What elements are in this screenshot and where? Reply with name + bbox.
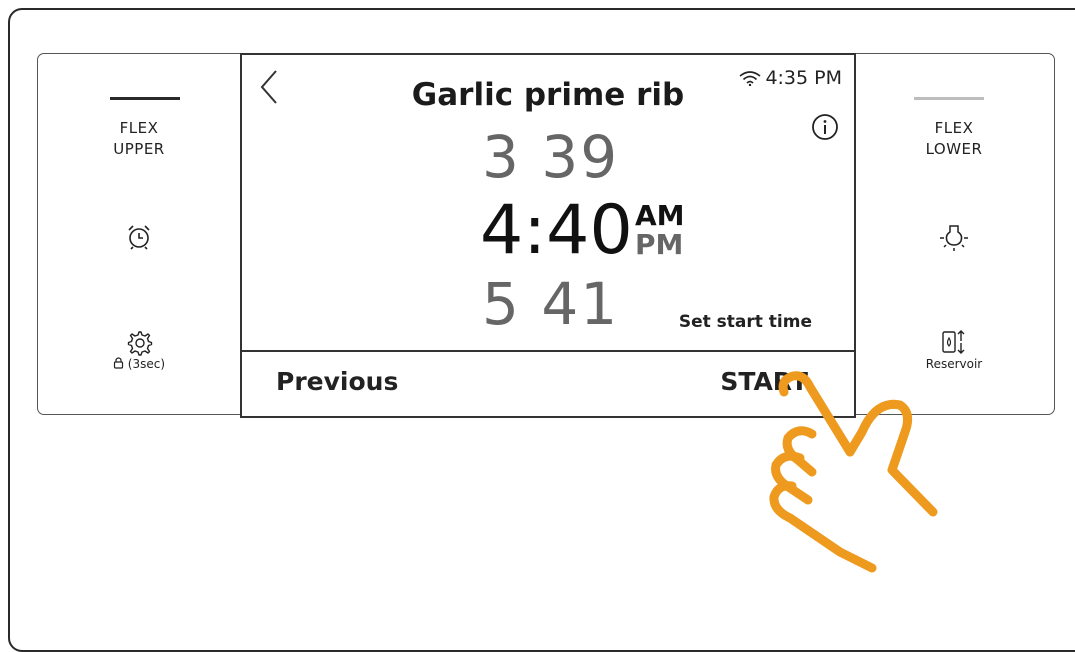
flex-lower-zone-button[interactable]: FLEX LOWER bbox=[854, 118, 1054, 160]
light-bulb-icon bbox=[940, 225, 968, 251]
flex-upper-zone-button[interactable]: FLEX UPPER bbox=[38, 118, 240, 160]
flex-upper-label-line2: UPPER bbox=[113, 140, 165, 158]
alarm-clock-icon bbox=[128, 225, 150, 250]
time-option-selected[interactable]: 4:40 bbox=[480, 191, 633, 270]
pm-option[interactable]: PM bbox=[635, 230, 685, 259]
screen-divider bbox=[242, 350, 854, 352]
flex-lower-label-line2: LOWER bbox=[925, 140, 983, 158]
flex-upper-zone-indicator bbox=[110, 97, 180, 100]
reservoir-label: Reservoir bbox=[925, 357, 983, 371]
am-pm-selector[interactable]: AM PM bbox=[635, 201, 685, 259]
left-control-column: FLEX UPPER (3sec) bbox=[38, 54, 240, 414]
set-start-time-label: Set start time bbox=[678, 312, 812, 332]
timer-button[interactable] bbox=[38, 222, 240, 257]
previous-button[interactable]: Previous bbox=[276, 367, 398, 396]
time-option-next[interactable]: 5 41 bbox=[482, 270, 619, 338]
time-option-previous[interactable]: 3 39 bbox=[482, 123, 619, 191]
display-screen: 4:35 PM Garlic prime rib 3 39 4:40 AM PM… bbox=[240, 53, 856, 418]
control-panel: FLEX UPPER (3sec) 4:35 PM Garlic prime r… bbox=[37, 53, 1055, 418]
settings-button[interactable]: (3sec) bbox=[38, 328, 240, 371]
right-control-column: FLEX LOWER Reservoir bbox=[854, 54, 1054, 414]
info-icon bbox=[812, 114, 838, 140]
lock-hold-label: (3sec) bbox=[127, 357, 166, 371]
start-button[interactable]: START bbox=[720, 367, 808, 396]
water-reservoir-icon bbox=[942, 330, 965, 354]
recipe-title: Garlic prime rib bbox=[411, 77, 685, 113]
reservoir-button[interactable]: Reservoir bbox=[854, 328, 1054, 371]
light-button[interactable] bbox=[854, 220, 1054, 259]
gear-icon bbox=[127, 331, 153, 356]
info-button[interactable] bbox=[810, 112, 840, 147]
am-option[interactable]: AM bbox=[635, 201, 685, 230]
flex-lower-zone-indicator bbox=[914, 97, 984, 100]
flex-lower-label-line1: FLEX bbox=[934, 119, 974, 137]
flex-upper-label-line1: FLEX bbox=[119, 119, 159, 137]
lock-icon bbox=[113, 357, 128, 371]
